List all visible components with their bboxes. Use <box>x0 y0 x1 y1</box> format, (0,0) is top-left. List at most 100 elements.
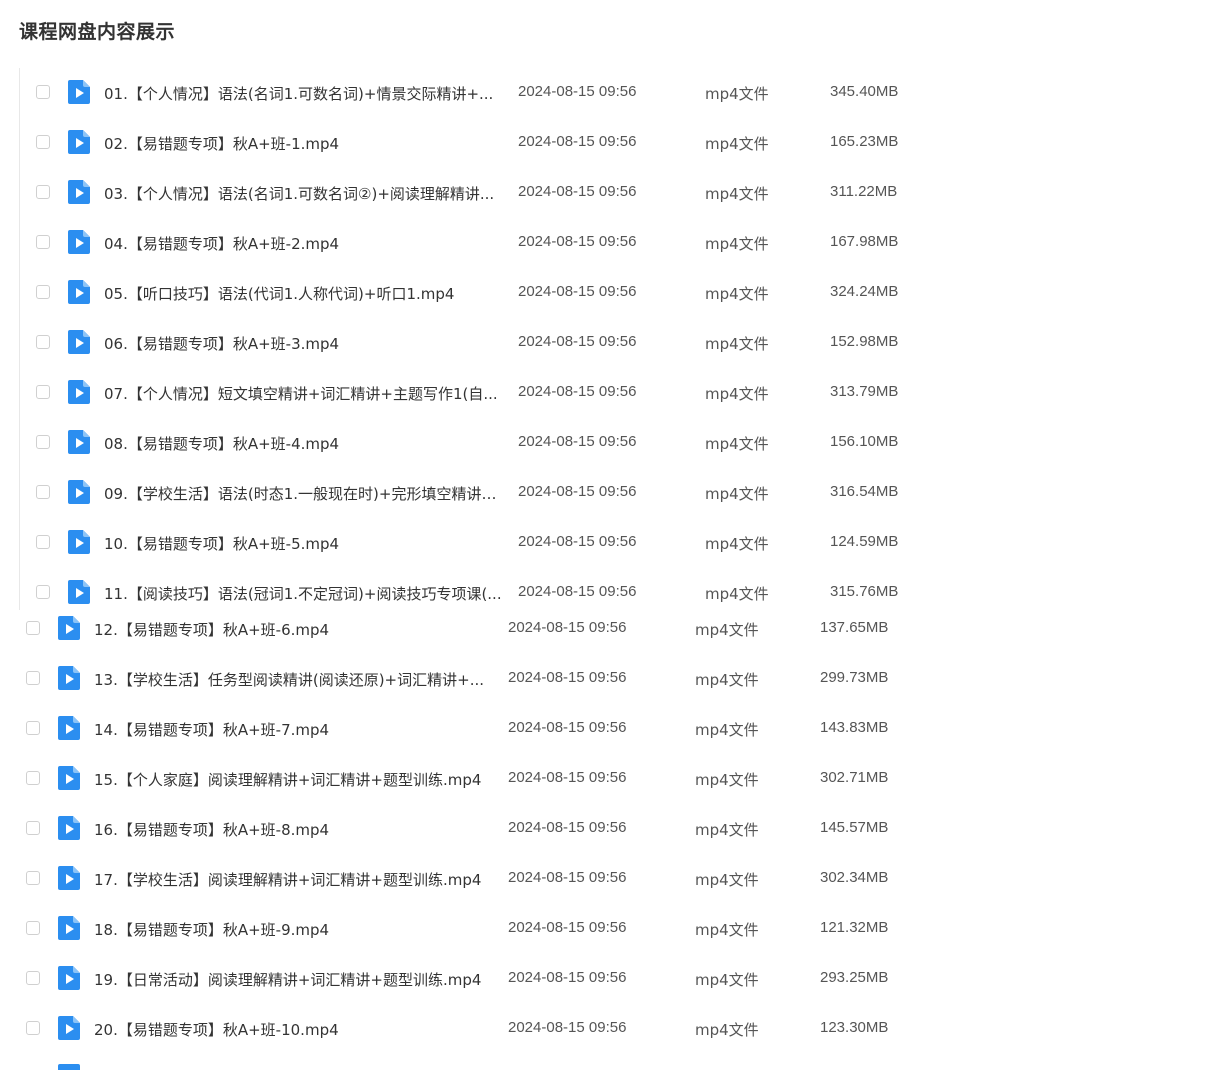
file-name[interactable]: 14.【易错题专项】秋A+班-7.mp4 <box>94 719 494 740</box>
file-type: mp4文件 <box>705 535 769 553</box>
file-type: mp4文件 <box>695 921 759 939</box>
row-checkbox[interactable] <box>26 971 40 985</box>
file-date: 2024-08-15 09:56 <box>518 283 637 300</box>
video-file-icon <box>58 1064 80 1070</box>
file-name[interactable]: 02.【易错题专项】秋A+班-1.mp4 <box>104 133 504 154</box>
row-checkbox[interactable] <box>26 721 40 735</box>
file-row[interactable]: 13.【学校生活】任务型阅读精讲(阅读还原)+词汇精讲+... 2024-08-… <box>0 654 1000 704</box>
row-checkbox[interactable] <box>36 335 50 349</box>
video-file-icon <box>58 966 80 990</box>
file-date: 2024-08-15 09:56 <box>518 333 637 350</box>
file-row[interactable]: 09.【学校生活】语法(时态1.一般现在时)+完形填空精讲+... 2024-0… <box>10 468 1010 518</box>
file-size: 311.22MB <box>830 183 898 200</box>
row-checkbox[interactable] <box>26 921 40 935</box>
file-date: 2024-08-15 09:56 <box>518 183 637 200</box>
row-checkbox[interactable] <box>36 385 50 399</box>
file-name[interactable]: 11.【阅读技巧】语法(冠词1.不定冠词)+阅读技巧专项课(... <box>104 583 504 604</box>
video-file-icon <box>58 666 80 690</box>
file-name[interactable]: 15.【个人家庭】阅读理解精讲+词汇精讲+题型训练.mp4 <box>94 769 494 790</box>
video-file-icon <box>68 180 90 204</box>
file-name[interactable]: 09.【学校生活】语法(时态1.一般现在时)+完形填空精讲+... <box>104 483 504 504</box>
page-title: 课程网盘内容展示 <box>19 21 176 43</box>
row-checkbox[interactable] <box>26 821 40 835</box>
row-checkbox[interactable] <box>36 485 50 499</box>
file-size: 156.10MB <box>830 433 899 450</box>
row-checkbox[interactable] <box>36 435 50 449</box>
file-size: 167.98MB <box>830 233 899 250</box>
video-file-icon <box>68 130 90 154</box>
file-type: mp4文件 <box>705 235 769 253</box>
file-date: 2024-08-15 09:56 <box>508 969 627 986</box>
file-size: 345.40MB <box>830 83 899 100</box>
file-row[interactable]: 18.【易错题专项】秋A+班-9.mp4 2024-08-15 09:56 mp… <box>0 904 1000 954</box>
row-checkbox[interactable] <box>36 85 50 99</box>
file-date: 2024-08-15 09:56 <box>508 869 627 886</box>
file-row[interactable]: 20.【易错题专项】秋A+班-10.mp4 2024-08-15 09:56 m… <box>0 1004 1000 1054</box>
file-name[interactable]: 20.【易错题专项】秋A+班-10.mp4 <box>94 1019 494 1040</box>
file-name[interactable]: 06.【易错题专项】秋A+班-3.mp4 <box>104 333 504 354</box>
row-checkbox[interactable] <box>36 185 50 199</box>
file-list-lower: 12.【易错题专项】秋A+班-6.mp4 2024-08-15 09:56 mp… <box>0 604 1000 1054</box>
video-file-icon <box>68 530 90 554</box>
file-name[interactable]: 10.【易错题专项】秋A+班-5.mp4 <box>104 533 504 554</box>
row-checkbox[interactable] <box>36 585 50 599</box>
file-row[interactable]: 05.【听口技巧】语法(代词1.人称代词)+听口1.mp4 2024-08-15… <box>10 268 1010 318</box>
file-name[interactable]: 03.【个人情况】语法(名词1.可数名词②)+阅读理解精讲... <box>104 183 504 204</box>
video-file-icon <box>58 766 80 790</box>
file-name[interactable]: 16.【易错题专项】秋A+班-8.mp4 <box>94 819 494 840</box>
file-type: mp4文件 <box>705 85 769 103</box>
file-name[interactable]: 07.【个人情况】短文填空精讲+词汇精讲+主题写作1(自... <box>104 383 504 404</box>
file-row[interactable]: 03.【个人情况】语法(名词1.可数名词②)+阅读理解精讲... 2024-08… <box>10 168 1010 218</box>
file-row[interactable]: 08.【易错题专项】秋A+班-4.mp4 2024-08-15 09:56 mp… <box>10 418 1010 468</box>
file-date: 2024-08-15 09:56 <box>518 583 637 600</box>
file-row[interactable]: 04.【易错题专项】秋A+班-2.mp4 2024-08-15 09:56 mp… <box>10 218 1010 268</box>
video-file-icon <box>68 280 90 304</box>
file-row[interactable]: 10.【易错题专项】秋A+班-5.mp4 2024-08-15 09:56 mp… <box>10 518 1010 568</box>
file-date: 2024-08-15 09:56 <box>508 619 627 636</box>
file-row[interactable]: 12.【易错题专项】秋A+班-6.mp4 2024-08-15 09:56 mp… <box>0 604 1000 654</box>
video-file-icon <box>68 480 90 504</box>
row-checkbox[interactable] <box>26 1021 40 1035</box>
file-name[interactable]: 08.【易错题专项】秋A+班-4.mp4 <box>104 433 504 454</box>
file-type: mp4文件 <box>695 621 759 639</box>
file-row[interactable]: 17.【学校生活】阅读理解精讲+词汇精讲+题型训练.mp4 2024-08-15… <box>0 854 1000 904</box>
file-type: mp4文件 <box>695 871 759 889</box>
row-checkbox[interactable] <box>26 871 40 885</box>
file-date: 2024-08-15 09:56 <box>518 233 637 250</box>
file-size: 315.76MB <box>830 583 899 600</box>
video-file-icon <box>68 380 90 404</box>
file-type: mp4文件 <box>705 485 769 503</box>
video-file-icon <box>58 816 80 840</box>
file-name[interactable]: 18.【易错题专项】秋A+班-9.mp4 <box>94 919 494 940</box>
file-name[interactable]: 13.【学校生活】任务型阅读精讲(阅读还原)+词汇精讲+... <box>94 669 494 690</box>
file-row[interactable]: 02.【易错题专项】秋A+班-1.mp4 2024-08-15 09:56 mp… <box>10 118 1010 168</box>
file-type: mp4文件 <box>695 1021 759 1039</box>
file-name[interactable]: 17.【学校生活】阅读理解精讲+词汇精讲+题型训练.mp4 <box>94 869 494 890</box>
file-date: 2024-08-15 09:56 <box>508 669 627 686</box>
file-name[interactable]: 04.【易错题专项】秋A+班-2.mp4 <box>104 233 504 254</box>
file-name[interactable]: 12.【易错题专项】秋A+班-6.mp4 <box>94 619 494 640</box>
file-row[interactable]: 16.【易错题专项】秋A+班-8.mp4 2024-08-15 09:56 mp… <box>0 804 1000 854</box>
file-row[interactable]: 07.【个人情况】短文填空精讲+词汇精讲+主题写作1(自... 2024-08-… <box>10 368 1010 418</box>
file-date: 2024-08-15 09:56 <box>518 133 637 150</box>
file-name[interactable]: 01.【个人情况】语法(名词1.可数名词)+情景交际精讲+... <box>104 83 504 104</box>
file-date: 2024-08-15 09:56 <box>508 919 627 936</box>
row-checkbox[interactable] <box>36 285 50 299</box>
file-name[interactable]: 19.【日常活动】阅读理解精讲+词汇精讲+题型训练.mp4 <box>94 969 494 990</box>
row-checkbox[interactable] <box>26 771 40 785</box>
file-date: 2024-08-15 09:56 <box>518 383 637 400</box>
row-checkbox[interactable] <box>26 671 40 685</box>
file-name[interactable]: 05.【听口技巧】语法(代词1.人称代词)+听口1.mp4 <box>104 283 504 304</box>
file-size: 293.25MB <box>820 969 889 986</box>
video-file-icon <box>68 580 90 604</box>
file-row[interactable]: 06.【易错题专项】秋A+班-3.mp4 2024-08-15 09:56 mp… <box>10 318 1010 368</box>
file-row[interactable]: 14.【易错题专项】秋A+班-7.mp4 2024-08-15 09:56 mp… <box>0 704 1000 754</box>
file-row[interactable]: 15.【个人家庭】阅读理解精讲+词汇精讲+题型训练.mp4 2024-08-15… <box>0 754 1000 804</box>
file-row[interactable]: 01.【个人情况】语法(名词1.可数名词)+情景交际精讲+... 2024-08… <box>10 68 1010 118</box>
file-date: 2024-08-15 09:56 <box>508 769 627 786</box>
row-checkbox[interactable] <box>36 135 50 149</box>
row-checkbox[interactable] <box>36 235 50 249</box>
row-checkbox[interactable] <box>26 621 40 635</box>
row-checkbox[interactable] <box>36 535 50 549</box>
file-row[interactable]: 19.【日常活动】阅读理解精讲+词汇精讲+题型训练.mp4 2024-08-15… <box>0 954 1000 1004</box>
